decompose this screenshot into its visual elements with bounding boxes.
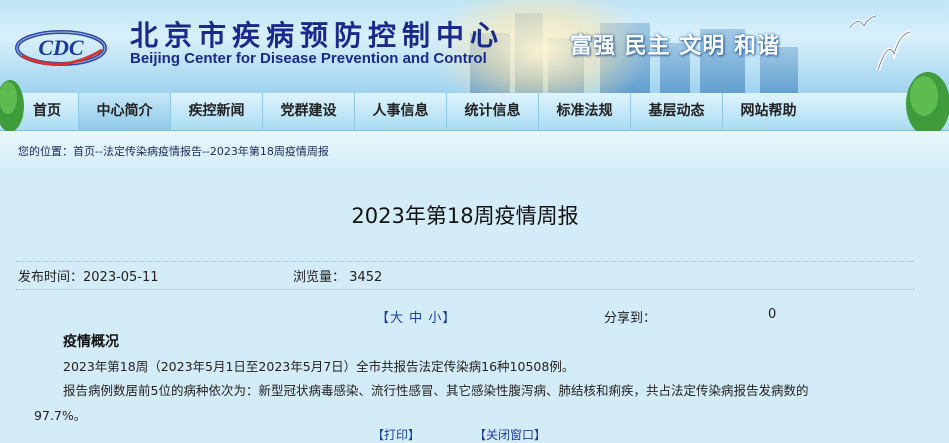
publish-info: 发布时间：2023-05-11 <box>18 266 159 285</box>
font-bracket-close: 】 <box>442 311 456 326</box>
divider <box>16 289 914 290</box>
svg-text:CDC: CDC <box>38 35 84 60</box>
close-window-link[interactable]: 【关闭窗口】 <box>480 428 546 442</box>
article-paragraph: 97.7%。 <box>34 408 87 423</box>
views-label: 浏览量： <box>293 270 346 285</box>
divider <box>16 261 914 262</box>
nav-item-news[interactable]: 疾控新闻 <box>171 93 263 130</box>
bottom-actions: 【打印】 【关闭窗口】 <box>372 426 606 443</box>
views-value: 3452 <box>349 270 383 285</box>
site-banner: CDC 北京市疾病预防控制中心 Beijing Center for Disea… <box>0 0 949 93</box>
nav-item-party[interactable]: 党群建设 <box>263 93 355 130</box>
breadcrumb-section-link[interactable]: 法定传染病疫情报告 <box>103 145 202 158</box>
nav-item-regulations[interactable]: 标准法规 <box>539 93 631 130</box>
view-count: 浏览量： 3452 <box>293 266 382 285</box>
breadcrumb-separator: -- <box>95 145 103 158</box>
article-paragraph: 2023年第18周（2023年5月1日至2023年5月7日）全市共报告法定传染病… <box>63 359 575 374</box>
site-title-en: Beijing Center for Disease Prevention an… <box>130 50 487 67</box>
cdc-logo: CDC <box>15 30 107 66</box>
main-nav: 首页 中心简介 疾控新闻 党群建设 人事信息 统计信息 标准法规 基层动态 网站… <box>0 93 949 131</box>
print-link[interactable]: 【打印】 <box>372 428 420 442</box>
share-count[interactable]: 0 <box>768 307 776 322</box>
publish-date: 2023-05-11 <box>83 270 159 285</box>
nav-item-about[interactable]: 中心简介 <box>79 93 171 130</box>
slogan: 富强 民主 文明 和谐 <box>570 34 780 59</box>
breadcrumb: 您的位置：首页--法定传染病疫情报告--2023年第18周疫情周报 <box>0 131 949 171</box>
nav-item-personnel[interactable]: 人事信息 <box>355 93 447 130</box>
site-title-cn: 北京市疾病预防控制中心 <box>130 19 505 52</box>
section-heading: 疫情概况 <box>63 334 119 350</box>
nav-item-grassroots[interactable]: 基层动态 <box>631 93 723 130</box>
publish-label: 发布时间： <box>18 270 84 285</box>
font-bracket-open: 【 <box>376 311 390 326</box>
share-label: 分享到： <box>604 311 657 326</box>
breadcrumb-current-link[interactable]: 2023年第18周疫情周报 <box>210 145 329 158</box>
article-title: 2023年第18周疫情周报 <box>351 204 579 228</box>
font-size-switcher: 【大 中 小】 <box>376 307 455 326</box>
breadcrumb-separator: -- <box>201 145 210 158</box>
nav-item-help[interactable]: 网站帮助 <box>723 93 814 130</box>
nav-item-home[interactable]: 首页 <box>16 93 79 130</box>
font-medium-button[interactable]: 中 <box>409 311 422 326</box>
breadcrumb-home-link[interactable]: 首页 <box>73 145 95 158</box>
breadcrumb-prefix: 您的位置： <box>18 145 73 158</box>
article-paragraph: 报告病例数居前5位的病种依次为：新型冠状病毒感染、流行性感冒、其它感染性腹泻病、… <box>63 383 809 398</box>
nav-item-statistics[interactable]: 统计信息 <box>447 93 539 130</box>
font-small-button[interactable]: 小 <box>428 311 441 326</box>
font-large-button[interactable]: 大 <box>390 311 403 326</box>
